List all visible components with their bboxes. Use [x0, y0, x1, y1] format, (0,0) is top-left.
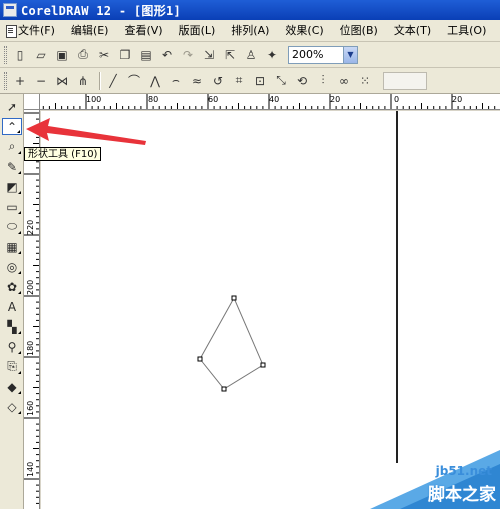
coreldraw-app-icon[interactable] — [3, 3, 17, 17]
open-icon[interactable]: ▱ — [32, 46, 50, 64]
copy-icon[interactable]: ❐ — [116, 46, 134, 64]
menu-view[interactable]: 查看(V) — [116, 21, 170, 41]
extract-subpath-icon[interactable]: ⊡ — [251, 72, 269, 90]
save-icon[interactable]: ▣ — [53, 46, 71, 64]
shape-node-selected[interactable] — [197, 356, 203, 362]
title-bar: CorelDRAW 12 - [图形1] — [0, 0, 500, 20]
watermark-site: jb51.net — [435, 464, 492, 478]
polygon-tool-icon[interactable]: ▦ — [2, 238, 22, 255]
vertical-ruler-ticks — [24, 112, 39, 504]
shape-node[interactable] — [221, 386, 227, 392]
zoom-tool-icon[interactable]: ⌕ — [2, 138, 22, 155]
vruler-label: 200 — [26, 279, 35, 295]
join-nodes-icon[interactable]: ⋈ — [53, 72, 71, 90]
menu-text[interactable]: 文本(T) — [386, 21, 439, 41]
pick-tool-icon[interactable]: ➚ — [2, 98, 22, 115]
shape-tool-icon[interactable]: ⌃ — [2, 118, 22, 135]
shape-node[interactable] — [260, 362, 266, 368]
add-node-icon[interactable]: + — [11, 72, 29, 90]
toolbar-divider — [99, 71, 100, 90]
hruler-label: 80 — [148, 95, 159, 104]
menu-window[interactable]: 窗口 — [494, 21, 500, 41]
interactive-fill-tool-icon[interactable]: ◇ — [2, 398, 22, 415]
hruler-label: 20 — [452, 95, 463, 104]
menu-tools[interactable]: 工具(O) — [439, 21, 494, 41]
zoom-level-select[interactable]: 200% ▼ — [288, 45, 358, 64]
shape-node[interactable] — [231, 295, 237, 301]
eyedropper-tool-icon[interactable]: ⚲ — [2, 338, 22, 355]
paste-icon[interactable]: ▤ — [137, 46, 155, 64]
elastic-mode-icon[interactable]: ∞ — [335, 72, 353, 90]
smart-fill-tool-icon[interactable]: ◩ — [2, 178, 22, 195]
cusp-node-icon[interactable]: ⋀ — [146, 72, 164, 90]
delete-node-icon[interactable]: − — [32, 72, 50, 90]
text-tool-icon[interactable]: A — [2, 298, 22, 315]
stretch-nodes-icon[interactable]: ⤡ — [272, 72, 290, 90]
toolbox: ➚ ⌃ ⌕ ✎ ◩ ▭ ⬭ ▦ ◎ ✿ A ▚ ⚲ ⎘ ◆ ◇ — [0, 94, 24, 509]
vruler-label: 220 — [26, 219, 35, 235]
rotate-nodes-icon[interactable]: ⟲ — [293, 72, 311, 90]
toolbar-grip[interactable] — [4, 45, 7, 64]
menu-edit[interactable]: 编辑(E) — [63, 21, 117, 41]
watermark-name: 脚本之家 — [428, 485, 496, 505]
new-icon[interactable]: ▯ — [11, 46, 29, 64]
cut-icon[interactable]: ✂ — [95, 46, 113, 64]
undo-icon[interactable]: ↶ — [158, 46, 176, 64]
vertical-ruler[interactable]: 220 200 180 160 140 — [24, 110, 40, 509]
extend-curve-icon[interactable]: ⌗ — [230, 72, 248, 90]
interactive-tool-icon[interactable]: ▚ — [2, 318, 22, 335]
smooth-node-icon[interactable]: ⌢ — [167, 72, 185, 90]
break-curve-icon[interactable]: ⋔ — [74, 72, 92, 90]
reverse-direction-icon[interactable]: ↺ — [209, 72, 227, 90]
select-all-nodes-icon[interactable]: ⁙ — [356, 72, 374, 90]
print-icon[interactable]: ⎙ — [74, 46, 92, 64]
curve-smoothness-field[interactable] — [383, 71, 427, 90]
ruler-origin[interactable] — [24, 94, 40, 110]
corel-online-icon[interactable]: ✦ — [263, 46, 281, 64]
watermark: jb51.net 脚本之家 — [370, 440, 500, 509]
convert-to-line-icon[interactable]: ╱ — [104, 72, 122, 90]
shape-tool-tooltip: 形状工具 (F10) — [24, 147, 102, 161]
menu-layout[interactable]: 版面(L) — [171, 21, 224, 41]
rectangle-tool-icon[interactable]: ▭ — [2, 198, 22, 215]
hruler-label: 20 — [330, 95, 341, 104]
hruler-label: 40 — [269, 95, 280, 104]
export-icon[interactable]: ⇱ — [221, 46, 239, 64]
menu-arrange[interactable]: 排列(A) — [223, 21, 277, 41]
standard-toolbar: ▯ ▱ ▣ ⎙ ✂ ❐ ▤ ↶ ↷ ⇲ ⇱ ♙ ✦ 200% ▼ — [0, 42, 500, 68]
redo-icon[interactable]: ↷ — [179, 46, 197, 64]
menu-effects[interactable]: 效果(C) — [277, 21, 331, 41]
application-launcher-icon[interactable]: ♙ — [242, 46, 260, 64]
vruler-label: 140 — [26, 461, 35, 477]
hruler-label: 100 — [86, 95, 102, 104]
kite-shape[interactable] — [199, 296, 264, 390]
fill-tool-icon[interactable]: ◆ — [2, 378, 22, 395]
convert-to-curve-icon[interactable]: ⌒ — [125, 72, 143, 90]
freehand-tool-icon[interactable]: ✎ — [2, 158, 22, 175]
property-bar-grip[interactable] — [4, 71, 7, 90]
menu-bitmaps[interactable]: 位图(B) — [332, 21, 386, 41]
zoom-level-value: 200% — [292, 48, 324, 61]
window-title: CorelDRAW 12 - [图形1] — [21, 3, 182, 18]
basic-shapes-tool-icon[interactable]: ✿ — [2, 278, 22, 295]
import-icon[interactable]: ⇲ — [200, 46, 218, 64]
ellipse-tool-icon[interactable]: ⬭ — [2, 218, 22, 235]
symmetrical-node-icon[interactable]: ≈ — [188, 72, 206, 90]
vruler-label: 180 — [26, 340, 35, 356]
menu-bar: 文件(F) 编辑(E) 查看(V) 版面(L) 排列(A) 效果(C) 位图(B… — [0, 20, 500, 42]
hruler-label: 0 — [394, 95, 400, 104]
horizontal-ruler[interactable]: 100 80 60 40 20 0 20 — [24, 94, 500, 110]
hruler-label: 60 — [208, 95, 219, 104]
vruler-label: 160 — [26, 400, 35, 416]
align-nodes-icon[interactable]: ⫶ — [314, 72, 332, 90]
menu-file[interactable]: 文件(F) — [10, 21, 63, 41]
property-bar: + − ⋈ ⋔ ╱ ⌒ ⋀ ⌢ ≈ ↺ ⌗ ⊡ ⤡ ⟲ ⫶ ∞ ⁙ — [0, 68, 500, 94]
spiral-tool-icon[interactable]: ◎ — [2, 258, 22, 275]
outline-tool-icon[interactable]: ⎘ — [2, 358, 22, 375]
chevron-down-icon[interactable]: ▼ — [343, 46, 357, 63]
